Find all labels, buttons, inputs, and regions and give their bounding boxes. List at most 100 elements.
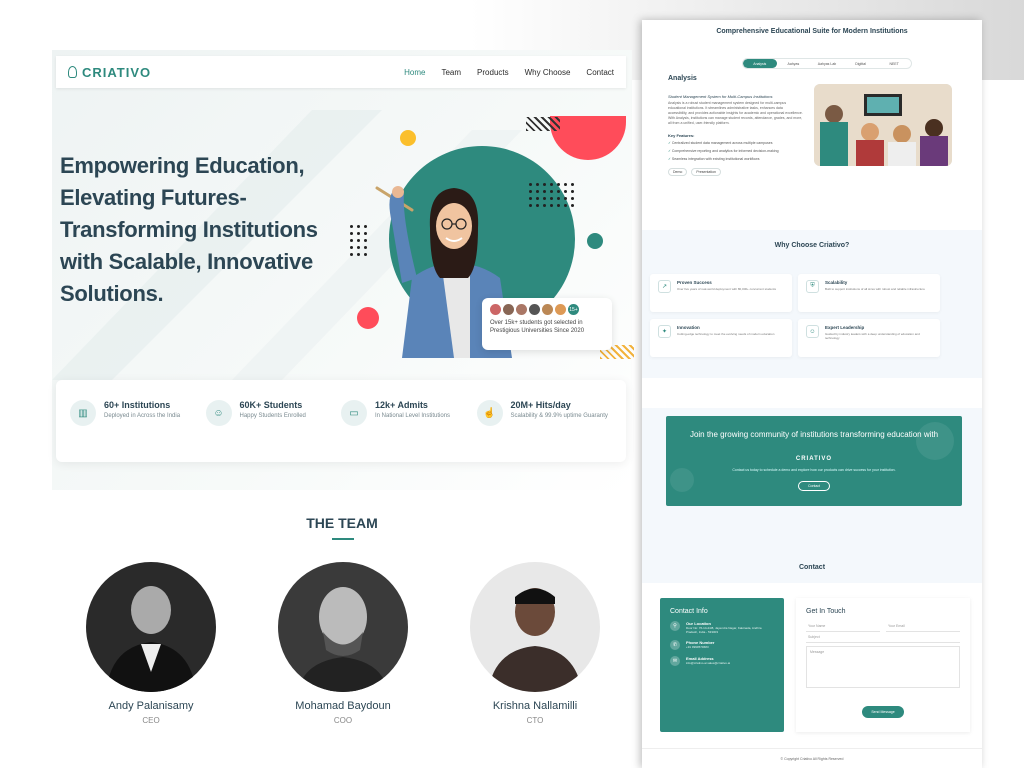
yellow-dot-decor (400, 130, 416, 146)
phone-icon: ✆ (670, 640, 680, 650)
card-title: Proven Success (677, 280, 712, 285)
shield-icon: ⛨ (806, 280, 819, 293)
nav-home[interactable]: Home (404, 68, 425, 77)
logo[interactable]: CRIATIVO (68, 65, 151, 80)
avatar (86, 562, 216, 692)
mail-icon: ✉ (670, 656, 680, 666)
stat-value: 20M+ Hits/day (510, 400, 571, 410)
avatar-group: 15+ (490, 304, 604, 315)
card-desc: Cutting-edge technology to meet the evol… (677, 332, 775, 336)
card-desc: Built to support institutions of all siz… (825, 287, 925, 291)
message-field[interactable]: Message (806, 646, 960, 688)
right-page[interactable]: Comprehensive Educational Suite for Mode… (642, 20, 982, 768)
teal-dot-decor (587, 233, 603, 249)
features-list: Centralized student data management acro… (668, 141, 808, 165)
contact-info-title: Contact Info (670, 608, 708, 615)
features-label: Key Features: (668, 133, 695, 138)
join-title: Join the growing community of institutio… (689, 430, 939, 439)
member-name: Mohamad Baydoun (295, 700, 391, 712)
avatar (529, 304, 540, 315)
member-role: COO (333, 716, 353, 725)
get-in-touch-form: Get In Touch Your Name Your Email Subjec… (796, 598, 970, 732)
avatar (470, 562, 600, 692)
why-choose-title: Why Choose Criativo? (774, 242, 850, 249)
card-title: Expert Leadership (825, 325, 865, 330)
stat-label: Scalability & 99.9% uptime Guaranty (510, 413, 608, 419)
stat-label: Happy Students Enrolled (239, 413, 306, 419)
send-message-button[interactable]: Send Message (862, 706, 904, 718)
stats-bar: ▥ 60+ Institutions Deployed in Across th… (56, 380, 626, 462)
stat-students: ☺ 60K+ Students Happy Students Enrolled (205, 400, 342, 442)
nav-contact[interactable]: Contact (586, 68, 614, 77)
suite-title: Comprehensive Educational Suite for Mode… (716, 28, 908, 35)
subject-field[interactable]: Subject (806, 632, 960, 643)
tab-neet[interactable]: NEET (877, 59, 911, 68)
demo-chip[interactable]: Demo (668, 168, 688, 176)
nav-menu: Home Team Products Why Choose Contact (404, 68, 614, 77)
list-item: Comprehensive reporting and analytics fo… (668, 149, 808, 153)
card-title: Scalability (825, 280, 848, 285)
screenshot-canvas: CRIATIVO Home Team Products Why Choose C… (0, 0, 1024, 768)
stat-hits: ☝ 20M+ Hits/day Scalability & 99.9% upti… (476, 400, 613, 442)
lightbulb-icon: ✦ (658, 325, 671, 338)
tab-digittal[interactable]: Digittal (844, 59, 878, 68)
tab-aahyas[interactable]: Aahyas (777, 59, 811, 68)
card-expert-leadership: ☺ Expert Leadership Guided by industry l… (798, 319, 940, 357)
team-member-coo[interactable]: Mohamad Baydoun COO (278, 562, 408, 725)
location-row: ⚲ Our Location Door No: 76-14-24/8, Jaye… (670, 621, 774, 634)
avatar (490, 304, 501, 315)
analysis-title: Analysis (668, 75, 697, 82)
tab-aahyas-lab[interactable]: Aahyas Lab (810, 59, 844, 68)
action-chips: Demo Presentation (668, 168, 721, 176)
avatar (542, 304, 553, 315)
info-value[interactable]: info@criativo.ai sales@criativo.ai (686, 661, 730, 665)
card-desc: Guided by industry leaders with a deep u… (825, 332, 920, 340)
nav-why-choose[interactable]: Why Choose (525, 68, 571, 77)
lightbulb-icon (68, 66, 77, 78)
hand-icon: ☝ (476, 400, 503, 426)
dot-grid-decor-left (350, 225, 367, 256)
info-value[interactable]: +91 9999579683 (686, 645, 714, 649)
badge-text: Over 15k+ students got selected in Prest… (490, 320, 585, 334)
stat-value: 60+ Institutions (104, 400, 171, 410)
tab-analysis[interactable]: Analysis (743, 59, 777, 68)
nav-team[interactable]: Team (441, 68, 461, 77)
product-tabs: Analysis Aahyas Aahyas Lab Digittal NEET (742, 58, 912, 69)
team-heading-underline (332, 538, 354, 540)
info-value: Door No: 76-14-24/8, Jayendra Nagar, Kak… (686, 626, 762, 634)
analysis-subtitle: Student Management System for Multi-Camp… (668, 94, 773, 99)
presentation-chip[interactable]: Presentation (691, 168, 721, 176)
card-desc: Over five years of real-world deployment… (677, 287, 776, 291)
join-logo: CRIATIVO (795, 456, 833, 462)
nav-products[interactable]: Products (477, 68, 509, 77)
card-title: Innovation (677, 325, 700, 330)
list-item: Centralized student data management acro… (668, 141, 808, 145)
member-name: Andy Palanisamy (108, 700, 194, 712)
name-field[interactable]: Your Name (806, 621, 880, 632)
circle-decor (916, 422, 954, 460)
count-badge: 15+ (568, 304, 579, 315)
avatar (555, 304, 566, 315)
card-scalability: ⛨ Scalability Built to support instituti… (798, 274, 940, 312)
stat-label: In National Level Institutions (375, 413, 451, 419)
stat-value: 12k+ Admits (375, 400, 428, 410)
id-card-icon: ▭ (341, 400, 367, 426)
member-role: CTO (526, 716, 544, 725)
contact-heading: Contact (798, 564, 826, 571)
avatar (278, 562, 408, 692)
top-navbar: CRIATIVO Home Team Products Why Choose C… (56, 56, 626, 88)
avatar (516, 304, 527, 315)
email-row: ✉ Email Address info@criativo.ai sales@c… (670, 656, 774, 666)
contact-button[interactable]: Contact (798, 481, 830, 491)
avatar (503, 304, 514, 315)
email-field[interactable]: Your Email (886, 621, 960, 632)
left-page[interactable]: CRIATIVO Home Team Products Why Choose C… (52, 50, 634, 768)
user-icon: ☺ (806, 325, 819, 338)
contact-info-card: Contact Info ⚲ Our Location Door No: 76-… (660, 598, 784, 732)
stat-value: 60K+ Students (239, 400, 303, 410)
chart-icon: ▥ (70, 400, 96, 426)
team-member-ceo[interactable]: Andy Palanisamy CEO (86, 562, 216, 725)
chart-icon: ↗ (658, 280, 671, 293)
team-member-cto[interactable]: Krishna Nallamilli CTO (470, 562, 600, 725)
classroom-photo (814, 84, 952, 166)
